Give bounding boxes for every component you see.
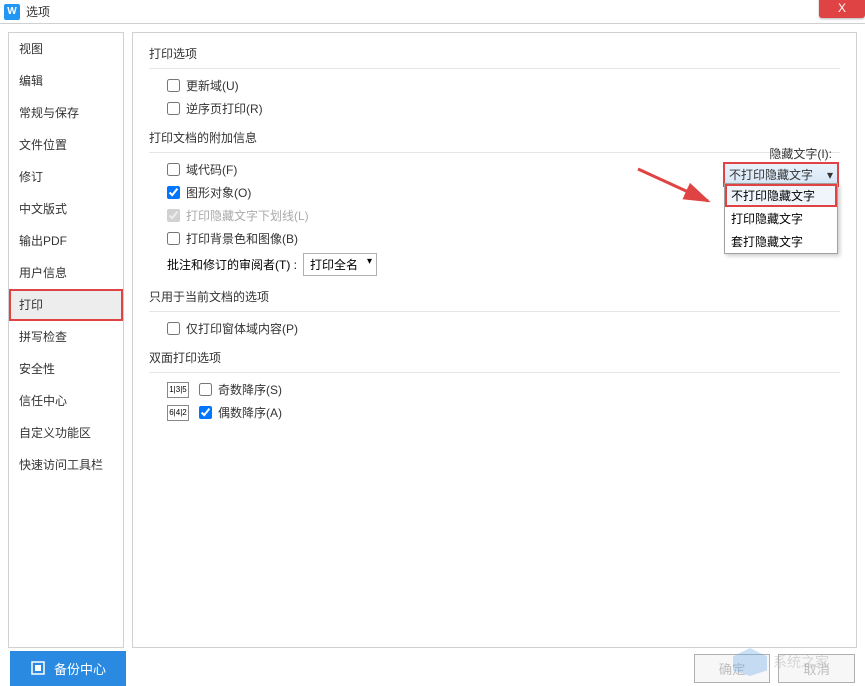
sidebar-item-cjk-layout[interactable]: 中文版式 — [9, 193, 123, 225]
odd-desc-checkbox[interactable] — [199, 383, 212, 396]
group-title: 只用于当前文档的选项 — [149, 288, 840, 305]
reviewer-select[interactable]: 打印全名 — [303, 253, 377, 276]
sidebar-item-user-info[interactable]: 用户信息 — [9, 257, 123, 289]
group-title: 打印文档的附加信息 — [149, 129, 840, 146]
odd-pages-icon: 1|3|5 — [167, 382, 189, 398]
sidebar-item-edit[interactable]: 编辑 — [9, 65, 123, 97]
graphic-object-checkbox[interactable] — [167, 186, 180, 199]
chevron-down-icon: ▾ — [827, 168, 833, 182]
field-code-label: 域代码(F) — [186, 161, 237, 178]
sidebar: 视图 编辑 常规与保存 文件位置 修订 中文版式 输出PDF 用户信息 打印 拼… — [8, 32, 124, 648]
reverse-print-checkbox[interactable] — [167, 102, 180, 115]
app-icon: W — [4, 4, 20, 20]
group-print-options: 打印选项 更新域(U) 逆序页打印(R) — [149, 45, 840, 117]
reviewer-label: 批注和修订的审阅者(T) : — [167, 256, 297, 273]
sidebar-item-spellcheck[interactable]: 拼写检查 — [9, 321, 123, 353]
hidden-text-dropdown-list: 不打印隐藏文字 打印隐藏文字 套打隐藏文字 — [724, 183, 838, 254]
hidden-underline-label: 打印隐藏文字下划线(L) — [186, 207, 309, 224]
cancel-button[interactable]: 取消 — [778, 654, 855, 683]
footer: 备份中心 确定 取消 系统之家 — [0, 650, 865, 686]
ok-button[interactable]: 确定 — [694, 654, 771, 683]
hidden-text-selected: 不打印隐藏文字 — [729, 166, 813, 183]
reverse-print-label: 逆序页打印(R) — [186, 100, 263, 117]
sidebar-item-trust-center[interactable]: 信任中心 — [9, 385, 123, 417]
content-panel: 打印选项 更新域(U) 逆序页打印(R) 打印文档的附加信息 域代码(F) — [132, 32, 857, 648]
even-pages-icon: 6|4|2 — [167, 405, 189, 421]
sidebar-item-output-pdf[interactable]: 输出PDF — [9, 225, 123, 257]
form-only-checkbox[interactable] — [167, 322, 180, 335]
field-code-checkbox[interactable] — [167, 163, 180, 176]
sidebar-item-view[interactable]: 视图 — [9, 33, 123, 65]
background-label: 打印背景色和图像(B) — [186, 230, 298, 247]
window-title: 选项 — [26, 3, 50, 20]
backup-icon — [30, 660, 46, 676]
group-duplex: 双面打印选项 1|3|5 奇数降序(S) 6|4|2 偶数降序(A) — [149, 349, 840, 421]
sidebar-item-file-location[interactable]: 文件位置 — [9, 129, 123, 161]
hidden-text-option-0[interactable]: 不打印隐藏文字 — [725, 184, 837, 207]
sidebar-item-print[interactable]: 打印 — [9, 289, 123, 321]
titlebar: W 选项 X — [0, 0, 865, 24]
sidebar-item-revision[interactable]: 修订 — [9, 161, 123, 193]
sidebar-item-general-save[interactable]: 常规与保存 — [9, 97, 123, 129]
sidebar-item-customize-ribbon[interactable]: 自定义功能区 — [9, 417, 123, 449]
update-fields-checkbox[interactable] — [167, 79, 180, 92]
sidebar-item-quick-access[interactable]: 快速访问工具栏 — [9, 449, 123, 481]
even-desc-label: 偶数降序(A) — [218, 404, 282, 421]
graphic-object-label: 图形对象(O) — [186, 184, 251, 201]
group-title: 双面打印选项 — [149, 349, 840, 366]
even-desc-checkbox[interactable] — [199, 406, 212, 419]
hidden-text-label: 隐藏文字(I): — [769, 145, 832, 162]
group-current-doc: 只用于当前文档的选项 仅打印窗体域内容(P) — [149, 288, 840, 337]
background-checkbox[interactable] — [167, 232, 180, 245]
group-title: 打印选项 — [149, 45, 840, 62]
odd-desc-label: 奇数降序(S) — [218, 381, 282, 398]
update-fields-label: 更新域(U) — [186, 77, 239, 94]
form-only-label: 仅打印窗体域内容(P) — [186, 320, 298, 337]
close-button[interactable]: X — [819, 0, 865, 18]
hidden-text-option-2[interactable]: 套打隐藏文字 — [725, 230, 837, 253]
sidebar-item-security[interactable]: 安全性 — [9, 353, 123, 385]
backup-label: 备份中心 — [54, 659, 106, 678]
hidden-underline-checkbox — [167, 209, 180, 222]
hidden-text-option-1[interactable]: 打印隐藏文字 — [725, 207, 837, 230]
backup-center-button[interactable]: 备份中心 — [10, 651, 126, 686]
